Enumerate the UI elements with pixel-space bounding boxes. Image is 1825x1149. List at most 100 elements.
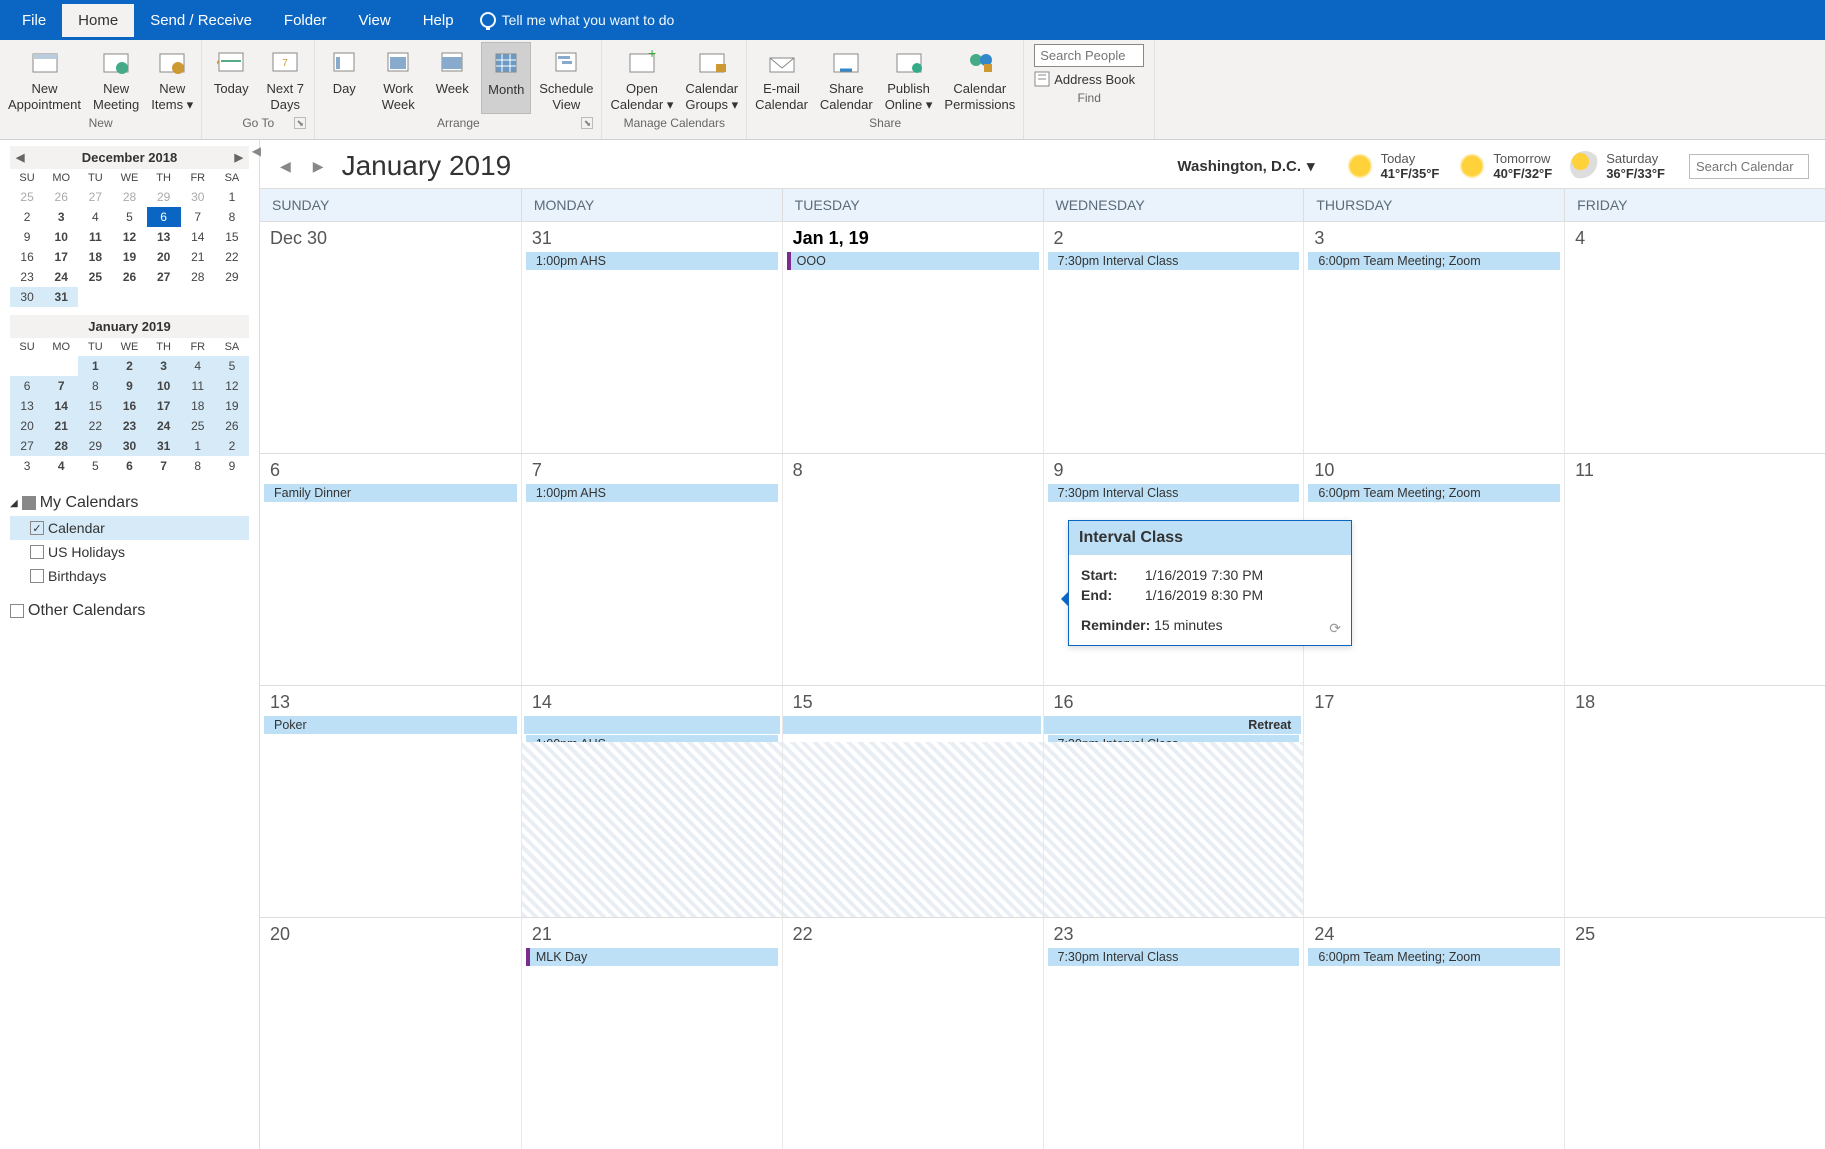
day-cell[interactable]: Dec 30 [260, 222, 521, 453]
mini-day[interactable]: 5 [78, 456, 112, 476]
mini-day[interactable]: 16 [112, 396, 146, 416]
mini-day[interactable]: 18 [181, 396, 215, 416]
mini-day[interactable]: 3 [44, 207, 78, 227]
work-week-view-button[interactable]: Work Week [373, 42, 423, 114]
day-cell[interactable]: 4 [1564, 222, 1825, 453]
mini-day[interactable]: 29 [215, 267, 249, 287]
mini-day[interactable]: 2 [10, 207, 44, 227]
mini-day[interactable]: 12 [215, 376, 249, 396]
event-bar[interactable]: MLK Day [526, 948, 778, 966]
mini-day[interactable]: 24 [44, 267, 78, 287]
mini-day[interactable]: 9 [112, 376, 146, 396]
tell-me-search[interactable]: Tell me what you want to do [480, 12, 675, 28]
mini-day[interactable]: 1 [215, 187, 249, 207]
day-cell[interactable]: 6Family Dinner [260, 454, 521, 685]
mini-day[interactable]: 19 [112, 247, 146, 267]
mini-day[interactable]: 17 [44, 247, 78, 267]
day-cell[interactable]: 13Poker [260, 686, 521, 917]
mini-day[interactable]: 9 [215, 456, 249, 476]
mini-day[interactable]: 17 [147, 396, 181, 416]
day-cell[interactable]: 27:30pm Interval Class [1043, 222, 1304, 453]
mini-day[interactable]: 14 [181, 227, 215, 247]
mini-day[interactable]: 19 [215, 396, 249, 416]
mini-day[interactable]: 28 [181, 267, 215, 287]
share-calendar-button[interactable]: Share Calendar [816, 42, 877, 114]
week-view-button[interactable]: Week [427, 42, 477, 114]
mini-day[interactable]: 7 [44, 376, 78, 396]
mini-day[interactable]: 15 [78, 396, 112, 416]
prev-period-button[interactable]: ◀ [276, 158, 295, 175]
mini-day[interactable]: 26 [215, 416, 249, 436]
day-view-button[interactable]: Day [319, 42, 369, 114]
weather-saturday[interactable]: Saturday36°F/33°F [1570, 151, 1665, 181]
day-cell[interactable]: 17 [1303, 686, 1564, 917]
day-cell[interactable]: 8 [782, 454, 1043, 685]
next-period-button[interactable]: ▶ [309, 158, 328, 175]
schedule-view-button[interactable]: Schedule View [535, 42, 597, 114]
mini-day[interactable]: 6 [112, 456, 146, 476]
mini-day[interactable]: 8 [181, 456, 215, 476]
mini-day[interactable]: 4 [44, 456, 78, 476]
mini-day[interactable]: 6 [10, 376, 44, 396]
mini-day[interactable]: 7 [147, 456, 181, 476]
mini-day[interactable]: 12 [112, 227, 146, 247]
us-holidays-checkbox[interactable] [30, 545, 44, 559]
calendar-permissions-button[interactable]: Calendar Permissions [940, 42, 1019, 114]
search-calendar-input[interactable] [1689, 154, 1809, 179]
allday-event[interactable]: Retreat [1044, 716, 1302, 734]
mini-day[interactable]: 23 [10, 267, 44, 287]
birthdays-item[interactable]: Birthdays [10, 564, 249, 588]
mini-day[interactable]: 5 [215, 356, 249, 376]
mini-day[interactable]: 2 [215, 436, 249, 456]
mini-day[interactable]: 1 [78, 356, 112, 376]
mini-day[interactable]: 23 [112, 416, 146, 436]
mini-day[interactable]: 31 [44, 287, 78, 307]
location-dropdown[interactable]: Washington, D.C.▾ [1177, 157, 1314, 175]
event-bar[interactable]: 6:00pm Team Meeting; Zoom [1308, 484, 1560, 502]
mini-day[interactable]: 5 [112, 207, 146, 227]
mini-day[interactable]: 22 [78, 416, 112, 436]
mini-day[interactable]: 6 [147, 207, 181, 227]
allday-event[interactable] [783, 716, 1041, 734]
tab-home[interactable]: Home [62, 4, 134, 37]
mini-day[interactable]: 10 [147, 376, 181, 396]
calendar-item[interactable]: Calendar [10, 516, 249, 540]
new-appointment-button[interactable]: New Appointment [4, 42, 85, 114]
mini-day[interactable]: 27 [10, 436, 44, 456]
tab-help[interactable]: Help [407, 4, 470, 37]
mini-day[interactable]: 30 [112, 436, 146, 456]
mini-day[interactable]: 8 [215, 207, 249, 227]
other-calendars-header[interactable]: Other Calendars [10, 598, 249, 624]
weather-tomorrow[interactable]: Tomorrow40°F/32°F [1457, 151, 1552, 181]
mini-day[interactable]: 29 [78, 436, 112, 456]
mini-day[interactable]: 25 [10, 187, 44, 207]
next-month-arrow[interactable]: ▶ [235, 151, 243, 164]
tab-folder[interactable]: Folder [268, 4, 343, 37]
mini-day[interactable]: 16 [10, 247, 44, 267]
us-holidays-item[interactable]: US Holidays [10, 540, 249, 564]
mini-day[interactable]: 26 [112, 267, 146, 287]
day-cell[interactable]: 16Retreat7:30pm Interval Class [1043, 686, 1304, 917]
search-people-input[interactable] [1034, 44, 1144, 67]
event-bar[interactable]: Poker [264, 716, 517, 734]
my-calendars-checkbox[interactable] [22, 496, 36, 510]
day-cell[interactable]: 14 1:00pm AHS [521, 686, 782, 917]
calendar-checkbox[interactable] [30, 521, 44, 535]
mini-day[interactable]: 30 [181, 187, 215, 207]
day-cell[interactable]: 25 [1564, 918, 1825, 1149]
mini-day[interactable]: 3 [147, 356, 181, 376]
arrange-dialog-launcher[interactable]: ⬊ [581, 117, 593, 129]
event-bar[interactable]: 1:00pm AHS [526, 252, 778, 270]
mini-day[interactable]: 20 [10, 416, 44, 436]
day-cell[interactable]: 237:30pm Interval Class [1043, 918, 1304, 1149]
mini-day[interactable]: 4 [78, 207, 112, 227]
day-cell[interactable]: 21MLK Day [521, 918, 782, 1149]
mini-day[interactable]: 25 [181, 416, 215, 436]
mini-day[interactable]: 27 [147, 267, 181, 287]
day-cell[interactable]: Jan 1, 19OOO [782, 222, 1043, 453]
event-bar[interactable]: 7:30pm Interval Class [1048, 252, 1300, 270]
mini-day[interactable]: 4 [181, 356, 215, 376]
today-button[interactable]: Today [206, 42, 256, 114]
month-view-button[interactable]: Month [481, 42, 531, 114]
mini-day[interactable]: 14 [44, 396, 78, 416]
